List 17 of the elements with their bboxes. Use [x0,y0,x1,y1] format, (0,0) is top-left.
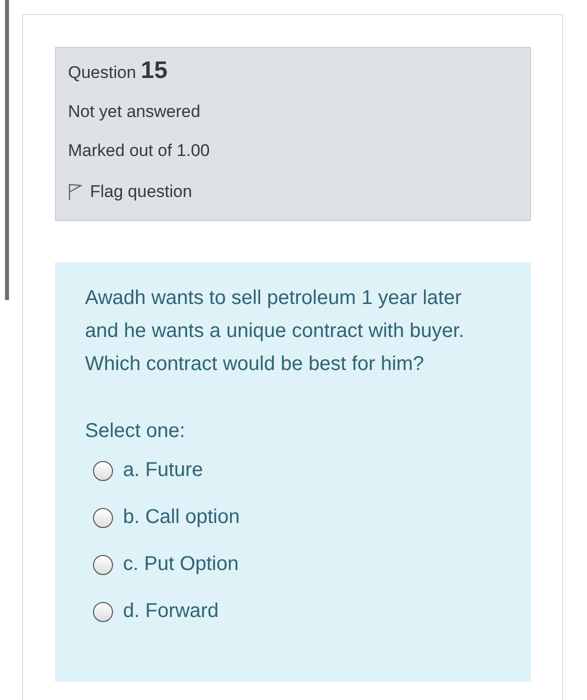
question-text: Which contract would be best for him? [85,352,426,378]
status-text: Not yet answered [68,101,202,123]
question-number: 15 [140,57,168,84]
option-label[interactable]: d. Forward [123,595,219,628]
flag-question-button[interactable]: Flag question [68,179,192,204]
option-label[interactable]: a. Future [123,454,204,488]
option-label[interactable]: b. Call option [123,501,240,534]
marks-text: Marked out of 1.00 [68,140,211,162]
select-prompt: Select one: [85,419,186,444]
radio-button[interactable] [93,460,113,481]
flag-icon [68,182,82,201]
radio-button[interactable] [93,508,113,528]
question-label: Question [68,63,136,82]
radio-button[interactable] [93,602,113,622]
question-text: Awadh wants to sell petroleum 1 year later and he wants a unique contract with buyer. [85,286,466,344]
option-label[interactable]: c. Put Option [123,548,239,582]
radio-button[interactable] [93,554,113,575]
